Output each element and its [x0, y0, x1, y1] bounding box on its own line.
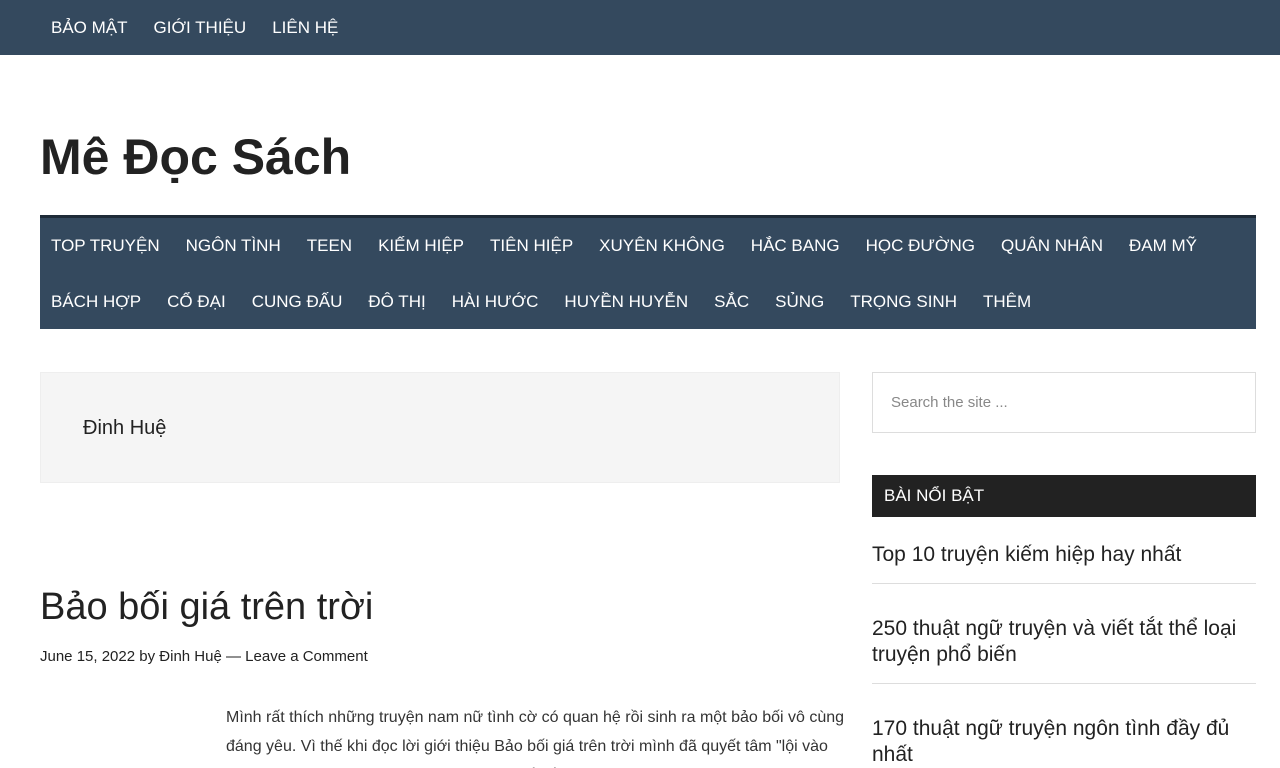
featured-post-link[interactable]: 250 thuật ngữ truyện và viết tắt thể loạ… [872, 616, 1256, 684]
nav-item-co-dai[interactable]: CỔ ĐẠI [154, 292, 239, 312]
nav-item-sac[interactable]: SẮC [701, 292, 762, 312]
primary-nav: TOP TRUYỆN NGÔN TÌNH TEEN KIẾM HIỆP TIÊN… [40, 215, 1256, 329]
nav-item-sung[interactable]: SỦNG [762, 292, 837, 312]
featured-posts-list: Top 10 truyện kiếm hiệp hay nhất 250 thu… [872, 536, 1256, 768]
primary-nav-row-2: BÁCH HỢP CỔ ĐẠI CUNG ĐẤU ĐÔ THỊ HÀI HƯỚC… [40, 274, 1044, 329]
primary-nav-row-1: TOP TRUYỆN NGÔN TÌNH TEEN KIẾM HIỆP TIÊN… [40, 218, 1210, 273]
leave-comment-link[interactable]: Leave a Comment [245, 648, 368, 665]
nav-item-trong-sinh[interactable]: TRỌNG SINH [837, 292, 970, 312]
nav-item-hoc-duong[interactable]: HỌC ĐƯỜNG [853, 236, 988, 256]
nav-item-do-thi[interactable]: ĐÔ THỊ [355, 292, 438, 312]
nav-item-quan-nhan[interactable]: QUÂN NHÂN [988, 236, 1116, 256]
site-title[interactable]: Mê Đọc Sách [40, 128, 351, 186]
featured-widget-title: BÀI NỔI BẬT [872, 475, 1256, 517]
nav-link-bao-mat[interactable]: BẢO MẬT [38, 18, 141, 38]
nav-item-hac-bang[interactable]: HẮC BANG [738, 236, 853, 256]
post-date: June 15, 2022 [40, 648, 136, 665]
nav-item-dam-my[interactable]: ĐAM MỸ [1116, 236, 1210, 256]
featured-post-link[interactable]: Top 10 truyện kiếm hiệp hay nhất [872, 536, 1256, 584]
top-bar: BẢO MẬT GIỚI THIỆU LIÊN HỆ [0, 0, 1280, 55]
nav-link-gioi-thieu[interactable]: GIỚI THIỆU [141, 18, 260, 38]
search-input[interactable] [872, 372, 1256, 433]
nav-item-teen[interactable]: TEEN [294, 236, 365, 256]
post-author-link[interactable]: Đinh Huệ [159, 648, 222, 665]
post-meta-separator: — [226, 648, 241, 665]
post-by-label: by [139, 648, 156, 665]
nav-item-tien-hiep[interactable]: TIÊN HIỆP [477, 236, 586, 256]
archive-title: Đinh Huệ [83, 417, 167, 439]
nav-item-hai-huoc[interactable]: HÀI HƯỚC [439, 292, 552, 312]
nav-item-them[interactable]: THÊM [970, 292, 1044, 312]
nav-link-lien-he[interactable]: LIÊN HỆ [259, 18, 351, 38]
nav-item-ngon-tinh[interactable]: NGÔN TÌNH [173, 236, 294, 256]
secondary-nav: BẢO MẬT GIỚI THIỆU LIÊN HỆ [38, 0, 351, 55]
nav-item-huyen-huyen[interactable]: HUYỀN HUYỄN [551, 292, 701, 312]
nav-item-bach-hop[interactable]: BÁCH HỢP [40, 292, 154, 312]
nav-item-top-truyen[interactable]: TOP TRUYỆN [40, 236, 173, 256]
archive-header: Đinh Huệ [40, 372, 840, 483]
nav-item-kiem-hiep[interactable]: KIẾM HIỆP [365, 236, 477, 256]
nav-item-cung-dau[interactable]: CUNG ĐẤU [239, 292, 356, 312]
post-meta: June 15, 2022 by Đinh Huệ — Leave a Comm… [40, 648, 368, 665]
nav-item-xuyen-khong[interactable]: XUYÊN KHÔNG [586, 236, 738, 256]
post-title[interactable]: Bảo bối giá trên trời [40, 586, 373, 629]
post-excerpt: Mình rất thích những truyện nam nữ tình … [226, 709, 845, 768]
featured-post-link[interactable]: 170 thuật ngữ truyện ngôn tình đầy đủ nh… [872, 716, 1256, 768]
